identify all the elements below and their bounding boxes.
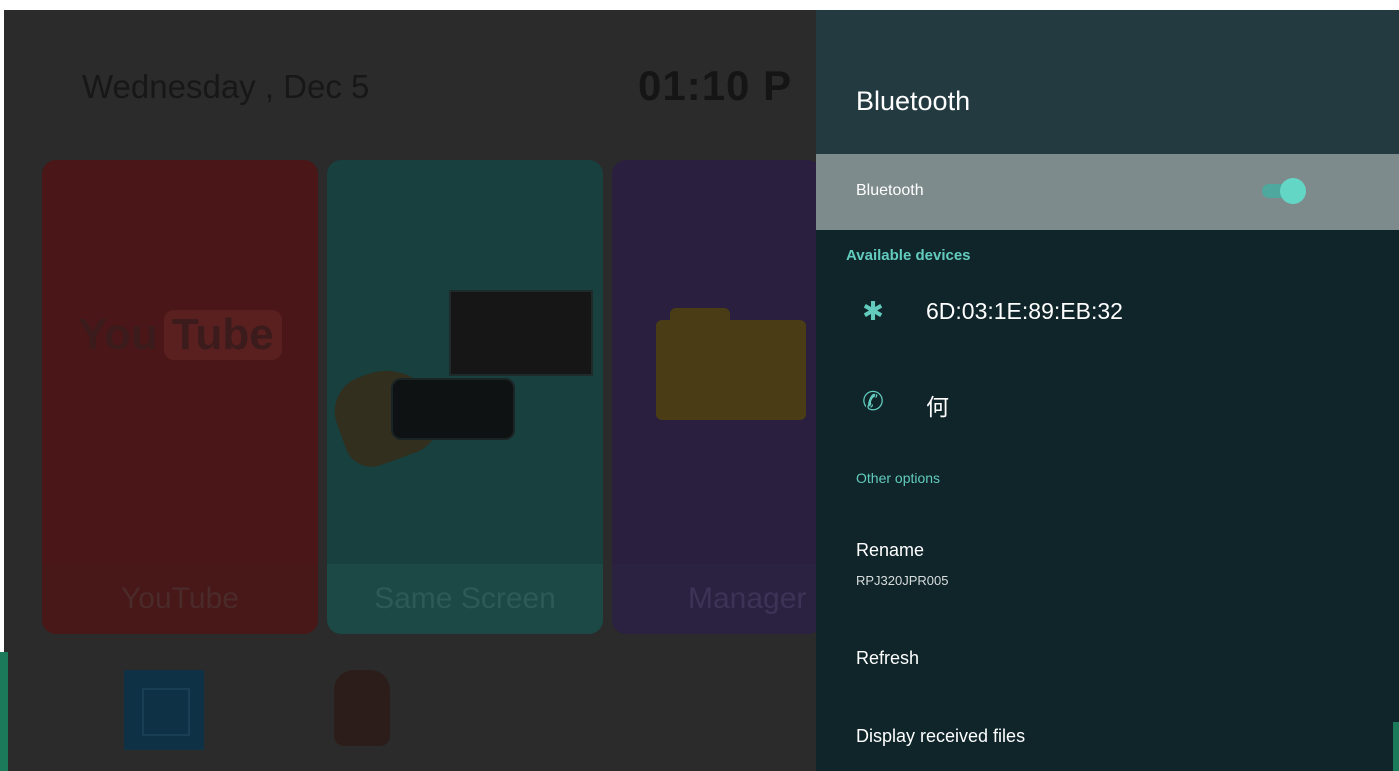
- bluetooth-switch[interactable]: [1260, 176, 1310, 206]
- panel-header: Bluetooth: [816, 10, 1399, 154]
- video-app-icon[interactable]: [124, 670, 204, 750]
- display-received-files-option[interactable]: Display received files: [856, 726, 1025, 747]
- rename-value: RPJ320JPR005: [856, 573, 949, 588]
- available-devices-header: Available devices: [846, 247, 971, 264]
- phone-icon: ✆: [862, 385, 884, 416]
- rename-option[interactable]: Rename: [856, 540, 924, 561]
- refresh-option[interactable]: Refresh: [856, 648, 919, 669]
- bluetooth-toggle-label: Bluetooth: [856, 182, 924, 199]
- device-name: 6D:03:1E:89:EB:32: [926, 298, 1123, 324]
- youtube-logo: You Tube: [78, 310, 282, 360]
- date-label: Wednesday , Dec 5: [82, 68, 370, 105]
- tile-same-screen-label: Same Screen: [327, 564, 603, 634]
- launcher-home: Wednesday , Dec 5 01:10 P You Tube YouTu…: [4, 10, 822, 771]
- frame-edge-right: [1393, 722, 1399, 771]
- clock-time: 01:10: [638, 62, 751, 109]
- youtube-logo-tube: Tube: [163, 310, 282, 360]
- bluetooth-icon: ✱: [862, 295, 884, 326]
- panel-title: Bluetooth: [856, 86, 971, 116]
- tile-manager-label: Manager: [612, 564, 822, 634]
- app-mascot-icon[interactable]: [334, 670, 390, 746]
- youtube-logo-you: You: [78, 310, 158, 359]
- folder-icon: [656, 320, 806, 420]
- phone-illustration: [391, 378, 515, 440]
- device-name: 何: [926, 394, 949, 420]
- tile-youtube-label: YouTube: [42, 564, 318, 634]
- bluetooth-panel: Bluetooth Bluetooth Available devices ✱ …: [816, 10, 1399, 771]
- frame-edge-left: [0, 652, 8, 771]
- device-row-bluetooth[interactable]: ✱ 6D:03:1E:89:EB:32: [816, 278, 1399, 348]
- tile-same-screen[interactable]: Same Screen: [327, 160, 603, 634]
- tile-manager[interactable]: Manager: [612, 160, 822, 634]
- tile-youtube[interactable]: You Tube YouTube: [42, 160, 318, 634]
- device-row-phone[interactable]: ✆ 何: [816, 368, 1399, 438]
- tv-screen: Wednesday , Dec 5 01:10 P You Tube YouTu…: [4, 10, 1399, 771]
- bluetooth-toggle-row[interactable]: Bluetooth: [816, 154, 1399, 230]
- screen-illustration: [449, 290, 593, 376]
- clock-suffix: P: [763, 62, 793, 109]
- switch-thumb: [1280, 178, 1306, 204]
- other-options-header: Other options: [856, 470, 941, 486]
- clock-label: 01:10 P: [638, 62, 792, 110]
